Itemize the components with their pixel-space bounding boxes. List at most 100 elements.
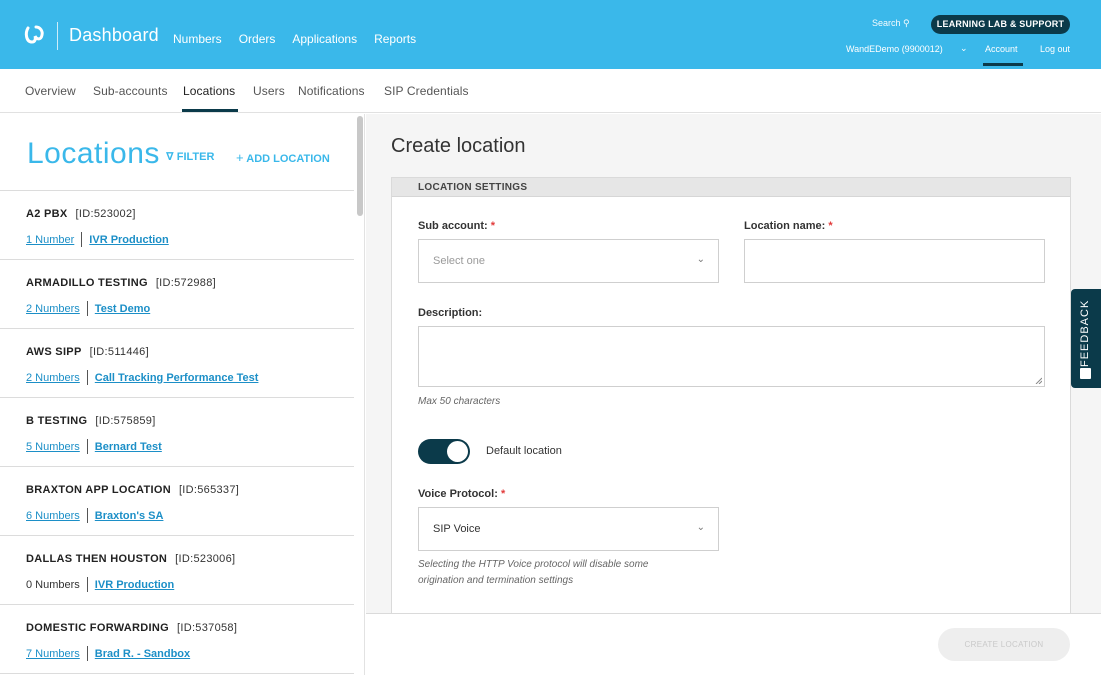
add-location-label: ADD LOCATION [246, 153, 330, 165]
location-name[interactable]: BRAXTON APP LOCATION [26, 484, 171, 496]
divider [86, 508, 88, 523]
required-mark: * [490, 220, 496, 232]
learning-lab-button[interactable]: LEARNING LAB & SUPPORT [931, 15, 1070, 34]
tab-notifications[interactable]: Notifications [298, 84, 365, 98]
tab-sub-accounts[interactable]: Sub-accounts [93, 84, 168, 98]
location-account-link[interactable]: Brad R. - Sandbox [95, 648, 190, 660]
tab-sip-credentials[interactable]: SIP Credentials [384, 84, 469, 98]
account-link[interactable]: Account [985, 44, 1018, 54]
location-numbers-link[interactable]: 1 Number [26, 234, 74, 246]
tab-users[interactable]: Users [253, 84, 285, 98]
list-item[interactable]: AWS SIPP [ID:511446] 2 Numbers Call Tracki… [0, 329, 354, 398]
location-id: [ID:565337] [178, 484, 240, 496]
search-link[interactable]: Search ⚲ [872, 18, 910, 29]
resize-handle-icon[interactable] [1035, 377, 1042, 384]
location-numbers-link[interactable]: 2 Numbers [26, 372, 80, 384]
feedback-label: FEEDBACK [1079, 299, 1091, 367]
location-numbers-link: 0 Numbers [26, 578, 80, 591]
location-id: [ID:523002] [75, 208, 136, 220]
nav-applications[interactable]: Applications [292, 32, 357, 46]
locations-list: A2 PBX [ID:523002] 1 Number IVR Production… [0, 191, 354, 674]
location-id: [ID:575859] [95, 415, 156, 427]
location-settings-card: LOCATION SETTINGS Sub account: * Select … [391, 177, 1071, 617]
location-name[interactable]: ARMADILLO TESTING [26, 277, 148, 289]
tab-overview[interactable]: Overview [25, 84, 76, 98]
location-name[interactable]: AWS SIPP [26, 346, 82, 358]
location-numbers-link[interactable]: 6 Numbers [26, 510, 80, 522]
filter-button[interactable]: ∇ FILTER [166, 150, 214, 163]
filter-icon: ∇ [166, 151, 174, 163]
main-nav: Numbers Orders Applications Reports [173, 32, 416, 46]
add-location-button[interactable]: + ADD LOCATION [236, 150, 330, 165]
sidebar-scrollbar[interactable] [357, 116, 363, 216]
sub-account-label: Sub account: * [418, 220, 495, 232]
locations-sidebar: Locations ∇ FILTER + ADD LOCATION A2 PBX… [0, 114, 365, 675]
sub-account-select[interactable]: Select one ⌄ [418, 239, 719, 283]
list-item[interactable]: DALLAS THEN HOUSTON [ID:523006] 0 Numbers… [0, 536, 354, 605]
list-item[interactable]: DOMESTIC FORWARDING [ID:537058] 7 Numbers… [0, 605, 354, 674]
location-id: [ID:537058] [177, 622, 238, 634]
logo-separator [57, 22, 58, 50]
sub-account-label-text: Sub account: [418, 220, 488, 232]
list-item[interactable]: B TESTING [ID:575859] 5 Numbers Bernard Te… [0, 398, 354, 467]
location-account-link[interactable]: Test Demo [95, 303, 150, 315]
default-location-toggle[interactable] [418, 439, 470, 464]
sub-navigation: Overview Sub-accounts Locations Users No… [0, 69, 1101, 113]
page-title: Create location [391, 135, 526, 157]
feedback-tab[interactable]: FEEDBACK [1071, 289, 1101, 388]
sub-account-placeholder: Select one [433, 255, 485, 267]
default-location-label: Default location [486, 445, 562, 457]
location-id: [ID:511446] [89, 346, 149, 358]
divider [86, 301, 88, 316]
search-label: Search [872, 18, 901, 28]
voice-protocol-hint-line-1: Selecting the HTTP Voice protocol will d… [418, 559, 649, 570]
location-numbers-link[interactable]: 2 Numbers [26, 303, 80, 315]
tab-active-indicator [182, 109, 238, 112]
sidebar-title: Locations [27, 137, 160, 170]
location-account-link[interactable]: IVR Production [89, 234, 168, 246]
feedback-icon [1080, 368, 1091, 379]
location-name-label: Location name: * [744, 220, 833, 232]
account-active-indicator [983, 63, 1023, 66]
list-item[interactable]: ARMADILLO TESTING [ID:572988] 2 Numbers Te… [0, 260, 354, 329]
brand-title[interactable]: Dashboard [69, 25, 159, 46]
divider [86, 439, 88, 454]
nav-numbers[interactable]: Numbers [173, 32, 222, 46]
description-hint: Max 50 characters [418, 396, 501, 407]
location-numbers-link[interactable]: 5 Numbers [26, 441, 80, 453]
chevron-down-icon: ⌄ [696, 522, 705, 533]
list-item[interactable]: BRAXTON APP LOCATION [ID:565337] 6 Number… [0, 467, 354, 536]
location-numbers-link[interactable]: 7 Numbers [26, 648, 80, 660]
voice-protocol-hint-line-2: origination and termination settings [418, 575, 574, 586]
top-navigation-bar: Dashboard Numbers Orders Applications Re… [0, 0, 1101, 69]
location-id: [ID:572988] [155, 277, 217, 289]
location-name-input[interactable] [744, 239, 1045, 283]
chevron-down-icon[interactable]: ⌄ [960, 43, 968, 54]
location-account-link[interactable]: Bernard Test [95, 441, 162, 453]
voice-protocol-select[interactable]: SIP Voice ⌄ [418, 507, 719, 551]
toggle-knob [447, 441, 468, 462]
voice-protocol-hint: Selecting the HTTP Voice protocol will d… [418, 557, 648, 589]
location-name[interactable]: A2 PBX [26, 208, 68, 220]
logout-link[interactable]: Log out [1040, 44, 1070, 54]
location-account-link[interactable]: Braxton's SA [95, 510, 164, 522]
filter-label: FILTER [176, 151, 215, 163]
tab-locations[interactable]: Locations [183, 84, 235, 98]
description-textarea[interactable] [418, 326, 1045, 387]
location-name[interactable]: B TESTING [26, 415, 87, 427]
required-mark: * [828, 220, 833, 232]
create-location-area: Create location LOCATION SETTINGS Sub ac… [366, 114, 1101, 675]
location-account-link[interactable]: Call Tracking Performance Test [95, 372, 259, 384]
location-name[interactable]: DALLAS THEN HOUSTON [26, 553, 167, 565]
nav-reports[interactable]: Reports [374, 32, 416, 46]
location-name[interactable]: DOMESTIC FORWARDING [26, 622, 169, 634]
nav-orders[interactable]: Orders [239, 32, 276, 46]
chevron-down-icon: ⌄ [696, 254, 705, 265]
location-account-link[interactable]: IVR Production [95, 579, 174, 591]
required-mark: * [500, 488, 506, 500]
list-item[interactable]: A2 PBX [ID:523002] 1 Number IVR Production [0, 191, 354, 260]
account-selector[interactable]: WandEDemo (9900012) [846, 44, 943, 54]
create-location-button[interactable]: CREATE LOCATION [938, 628, 1070, 661]
divider [86, 646, 88, 661]
logo-icon[interactable] [22, 23, 46, 47]
